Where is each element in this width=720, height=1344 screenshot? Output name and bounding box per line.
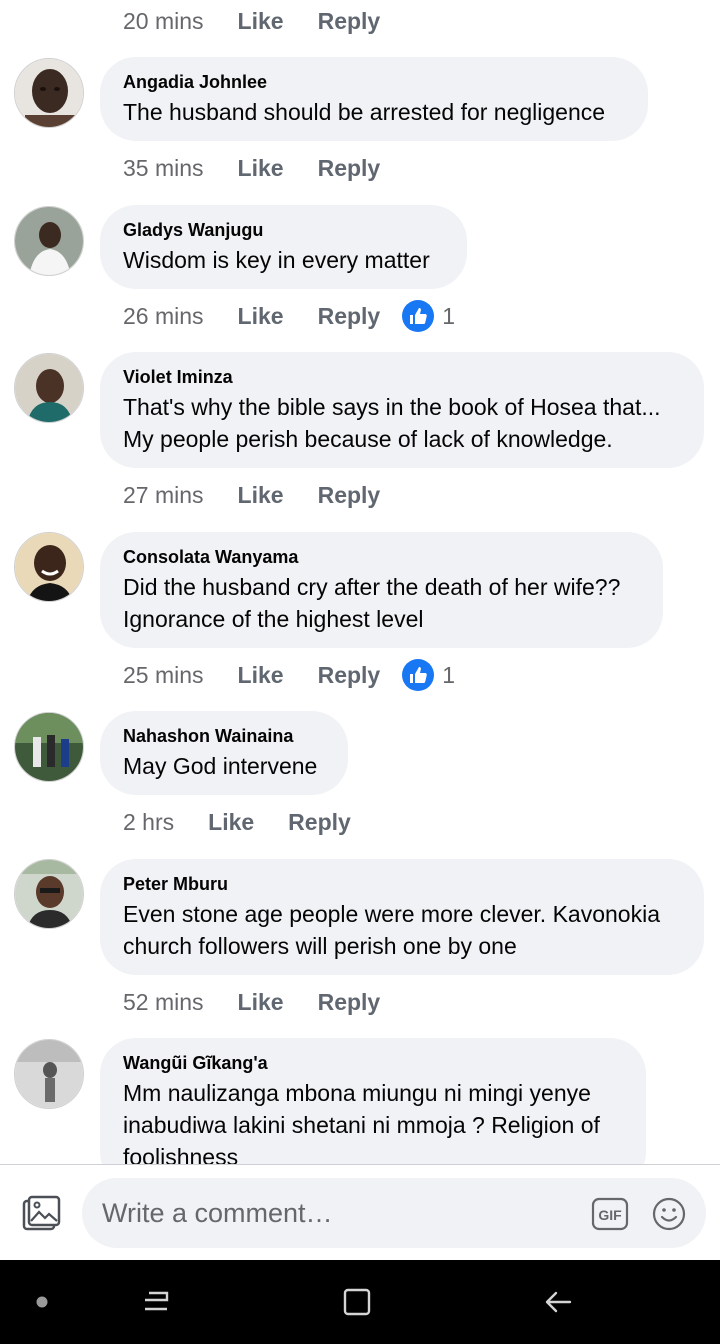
like-button[interactable]: Like	[238, 482, 284, 509]
comment-time: 20 mins	[123, 7, 204, 34]
reply-button[interactable]: Reply	[318, 155, 381, 182]
commenter-name[interactable]: Peter Mburu	[123, 873, 680, 895]
like-button[interactable]: Like	[238, 989, 284, 1016]
reaction-summary[interactable]: 1	[402, 300, 455, 332]
commenter-name[interactable]: Consolata Wanyama	[123, 546, 639, 568]
comment-meta-row: 26 mins Like Reply 1	[123, 296, 455, 336]
comment-bubble[interactable]: Nahashon Wainaina May God intervene	[100, 711, 348, 795]
comment-text-line: church followers will perish one by one	[123, 933, 517, 959]
comment-text-line: My people perish because of lack of know…	[123, 426, 613, 452]
comment-meta-row: 25 mins Like Reply 1	[123, 655, 455, 695]
like-button[interactable]: Like	[238, 662, 284, 689]
comment-composer: GIF	[0, 1164, 720, 1260]
comment-meta-row: 35 mins Like Reply	[123, 148, 380, 188]
comment-text: The husband should be arrested for negli…	[123, 99, 606, 125]
comment-thread: 20 mins Like Reply Angadia Johnlee The h…	[0, 0, 720, 1164]
like-button[interactable]: Like	[208, 809, 254, 836]
reaction-count: 1	[442, 302, 456, 329]
commenter-name[interactable]: Violet Iminza	[123, 366, 680, 388]
avatar[interactable]	[14, 353, 84, 423]
comment-text: May God intervene	[123, 753, 318, 779]
avatar[interactable]	[14, 1039, 84, 1109]
reply-button[interactable]: Reply	[318, 989, 381, 1016]
system-navigation-bar	[0, 1260, 720, 1344]
comment-text-line: Even stone age people were more clever. …	[123, 901, 660, 927]
gif-label: GIF	[598, 1207, 622, 1223]
comment-meta-row: 20 mins Like Reply	[123, 1, 380, 41]
thumbs-up-icon	[402, 300, 435, 332]
commenter-name[interactable]: Nahashon Wainaina	[123, 725, 324, 747]
avatar[interactable]	[14, 712, 84, 782]
home-icon[interactable]	[337, 1282, 377, 1322]
comment-text-line: inabudiwa lakini shetani ni mmoja ? Reli…	[123, 1112, 600, 1138]
like-button[interactable]: Like	[238, 155, 284, 182]
reaction-summary[interactable]: 1	[402, 659, 455, 691]
recent-apps-icon[interactable]	[136, 1282, 176, 1322]
thumbs-up-icon	[402, 659, 435, 691]
comment-bubble[interactable]: Angadia Johnlee The husband should be ar…	[100, 57, 648, 141]
comment-bubble[interactable]: Violet Iminza That's why the bible says …	[100, 352, 704, 468]
avatar[interactable]	[14, 58, 84, 128]
dot-icon[interactable]	[22, 1282, 62, 1322]
comment-meta-row: 52 mins Like Reply	[123, 982, 380, 1022]
comment-text: That's why the bible says in the book of…	[123, 391, 680, 455]
comment-time: 26 mins	[123, 302, 204, 329]
photo-icon[interactable]	[21, 1194, 61, 1234]
comment-time: 2 hrs	[123, 808, 175, 835]
comment-text: Did the husband cry after the death of h…	[123, 571, 639, 635]
comment-text-line: foolishness	[123, 1144, 239, 1164]
avatar[interactable]	[14, 859, 84, 929]
reply-button[interactable]: Reply	[288, 809, 351, 836]
comment-text: Even stone age people were more clever. …	[123, 898, 680, 962]
emoji-icon[interactable]	[651, 1196, 687, 1232]
comment-time: 35 mins	[123, 154, 204, 181]
reply-button[interactable]: Reply	[318, 662, 381, 689]
comment-bubble[interactable]: Peter Mburu Even stone age people were m…	[100, 859, 704, 975]
comment-meta-row: 27 mins Like Reply	[123, 475, 380, 515]
gif-icon[interactable]: GIF	[591, 1197, 629, 1231]
comment-time: 27 mins	[123, 481, 204, 508]
like-button[interactable]: Like	[238, 303, 284, 330]
avatar[interactable]	[14, 532, 84, 602]
reply-button[interactable]: Reply	[318, 482, 381, 509]
like-button[interactable]: Like	[238, 8, 284, 35]
reply-button[interactable]: Reply	[318, 8, 381, 35]
comment-time: 52 mins	[123, 988, 204, 1015]
comment-meta-row: 2 hrs Like Reply	[123, 802, 351, 842]
comment-text-line: Ignorance of the highest level	[123, 606, 424, 632]
commenter-name[interactable]: Wangũi Gĩkang'a	[123, 1052, 622, 1074]
comment-bubble[interactable]: Gladys Wanjugu Wisdom is key in every ma…	[100, 205, 467, 289]
back-icon[interactable]	[538, 1282, 578, 1322]
comment-text-line: That's why the bible says in the book of…	[123, 394, 661, 420]
comment-time: 25 mins	[123, 661, 204, 688]
avatar[interactable]	[14, 206, 84, 276]
commenter-name[interactable]: Angadia Johnlee	[123, 71, 624, 93]
comment-text-line: Did the husband cry after the death of h…	[123, 574, 621, 600]
comment-text-line: Mm naulizanga mbona miungu ni mingi yeny…	[123, 1080, 591, 1106]
reaction-count: 1	[442, 661, 456, 688]
comment-text: Mm naulizanga mbona miungu ni mingi yeny…	[123, 1077, 622, 1164]
reply-button[interactable]: Reply	[318, 303, 381, 330]
comment-bubble[interactable]: Consolata Wanyama Did the husband cry af…	[100, 532, 663, 648]
comment-bubble[interactable]: Wangũi Gĩkang'a Mm naulizanga mbona miun…	[100, 1038, 646, 1164]
commenter-name[interactable]: Gladys Wanjugu	[123, 219, 443, 241]
comment-text: Wisdom is key in every matter	[123, 247, 430, 273]
